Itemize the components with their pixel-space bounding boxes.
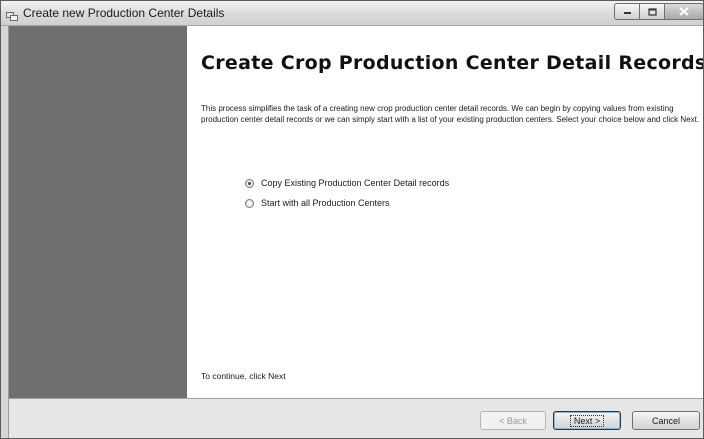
- window-title: Create new Production Center Details: [23, 6, 225, 20]
- window-controls: [614, 3, 703, 21]
- next-button-label: Next >: [569, 414, 605, 427]
- radio-unselected-icon[interactable]: [245, 198, 254, 208]
- option-label: Copy Existing Production Center Detail r…: [261, 178, 450, 188]
- title-bar[interactable]: Create new Production Center Details: [1, 1, 703, 26]
- maximize-button[interactable]: [639, 3, 665, 20]
- option-copy-existing[interactable]: Copy Existing Production Center Detail r…: [245, 178, 449, 188]
- close-icon: [679, 7, 689, 16]
- wizard-footer: < Back Next > Cancel: [9, 398, 703, 438]
- page-description: This process simplifies the task of a cr…: [201, 104, 700, 124]
- maximize-icon: [647, 7, 657, 16]
- close-button[interactable]: [664, 3, 703, 20]
- back-button[interactable]: < Back: [480, 411, 546, 430]
- radio-selected-icon[interactable]: [245, 178, 254, 188]
- window-icon: [6, 8, 18, 21]
- page-title: Create Crop Production Center Detail Rec…: [201, 52, 704, 74]
- minimize-button[interactable]: [614, 3, 640, 20]
- wizard-content: Create Crop Production Center Detail Rec…: [188, 26, 703, 398]
- minimize-icon: [623, 11, 631, 14]
- wizard-sidebar: [9, 26, 187, 398]
- option-label: Start with all Production Centers: [261, 198, 390, 208]
- option-start-all[interactable]: Start with all Production Centers: [245, 198, 390, 208]
- wizard-window: Create new Production Center Details Cre…: [0, 0, 704, 439]
- next-button[interactable]: Next >: [553, 411, 621, 430]
- continue-hint: To continue, click Next: [201, 371, 286, 381]
- cancel-button[interactable]: Cancel: [632, 411, 700, 430]
